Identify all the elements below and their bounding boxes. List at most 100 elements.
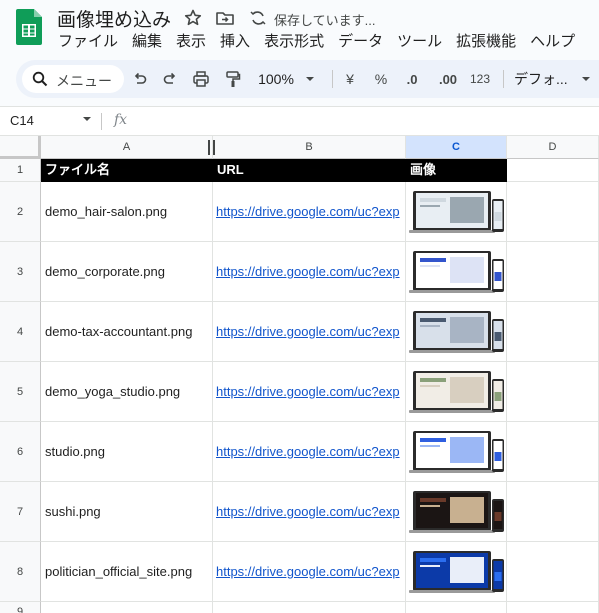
print-button[interactable] (190, 69, 212, 89)
url-cell[interactable]: https://drive.google.com/uc?exp (213, 182, 406, 242)
zoom-value[interactable]: 100% (256, 69, 296, 89)
table-cell[interactable] (507, 242, 599, 302)
tax-accountant-mockup-image[interactable] (408, 310, 506, 354)
url-link[interactable]: https://drive.google.com/uc?exp (216, 204, 400, 219)
formula-bar: C14 fx (0, 106, 599, 136)
row-header-3[interactable]: 3 (0, 242, 41, 302)
url-cell[interactable]: https://drive.google.com/uc?exp (213, 422, 406, 482)
filename-cell[interactable]: demo_yoga_studio.png (41, 362, 213, 422)
row-header-4[interactable]: 4 (0, 302, 41, 362)
url-link[interactable]: https://drive.google.com/uc?exp (216, 444, 400, 459)
table-cell[interactable] (507, 422, 599, 482)
formula-input[interactable] (140, 109, 590, 133)
table-cell[interactable] (507, 182, 599, 242)
star-icon[interactable] (183, 8, 203, 28)
studio-mockup-image[interactable] (408, 430, 506, 474)
image-cell[interactable] (406, 242, 507, 302)
table-cell[interactable] (507, 482, 599, 542)
filename-cell[interactable]: studio.png (41, 422, 213, 482)
table-cell[interactable] (507, 542, 599, 602)
row-header-1[interactable]: 1 (0, 159, 41, 182)
image-cell[interactable] (406, 302, 507, 362)
decrease-decimal-button[interactable]: .0 (402, 69, 422, 89)
move-to-folder-icon[interactable] (215, 8, 235, 28)
zoom-dropdown-icon[interactable] (305, 74, 315, 84)
url-cell[interactable]: https://drive.google.com/uc?exp (213, 542, 406, 602)
column-resize-handle[interactable] (213, 140, 215, 155)
table-cell[interactable] (213, 602, 406, 613)
header-cell-filename[interactable]: ファイル名 (41, 159, 213, 182)
filename-cell[interactable]: demo_hair-salon.png (41, 182, 213, 242)
url-link[interactable]: https://drive.google.com/uc?exp (216, 564, 400, 579)
column-resize-handle[interactable] (208, 140, 210, 155)
yoga-studio-mockup-image[interactable] (408, 370, 506, 414)
menu-insert[interactable]: 挿入 (213, 33, 257, 51)
url-link[interactable]: https://drive.google.com/uc?exp (216, 504, 400, 519)
column-header-c[interactable]: C (406, 136, 507, 159)
font-dropdown-icon[interactable] (581, 74, 591, 84)
table-cell[interactable] (507, 362, 599, 422)
table-cell[interactable] (406, 602, 507, 613)
table-cell[interactable] (507, 302, 599, 362)
header-cell-image[interactable]: 画像 (406, 159, 507, 182)
menu-data[interactable]: データ (331, 33, 390, 51)
column-header-a[interactable]: A (41, 136, 213, 159)
search-menus-button[interactable]: メニュー (22, 65, 124, 93)
currency-format-button[interactable]: ¥ (341, 69, 359, 89)
paint-format-button[interactable] (222, 69, 244, 89)
row-header-6[interactable]: 6 (0, 422, 41, 482)
url-link[interactable]: https://drive.google.com/uc?exp (216, 264, 400, 279)
document-title[interactable]: 画像埋め込み (57, 5, 171, 32)
politician-mockup-image[interactable] (408, 550, 506, 594)
percent-format-button[interactable]: % (372, 69, 390, 89)
sushi-mockup-image[interactable] (408, 490, 506, 534)
column-header-b[interactable]: B (213, 136, 406, 159)
row-header-9[interactable]: 9 (0, 602, 41, 613)
select-all-corner[interactable] (0, 136, 41, 159)
name-box[interactable]: C14 (10, 113, 34, 128)
column-header-d[interactable]: D (507, 136, 599, 159)
header-cell-url[interactable]: URL (213, 159, 406, 182)
corporate-mockup-image[interactable] (408, 250, 506, 294)
url-link[interactable]: https://drive.google.com/uc?exp (216, 384, 400, 399)
url-cell[interactable]: https://drive.google.com/uc?exp (213, 482, 406, 542)
url-cell[interactable]: https://drive.google.com/uc?exp (213, 242, 406, 302)
table-cell[interactable] (41, 602, 213, 613)
row-header-8[interactable]: 8 (0, 542, 41, 602)
menu-format[interactable]: 表示形式 (257, 33, 331, 51)
image-cell[interactable] (406, 422, 507, 482)
name-box-dropdown-icon[interactable] (82, 114, 92, 124)
table-cell[interactable] (507, 602, 599, 613)
number-format-button[interactable]: 123 (468, 69, 492, 89)
image-cell[interactable] (406, 362, 507, 422)
filename-text: demo_corporate.png (45, 264, 165, 279)
filename-cell[interactable]: demo-tax-accountant.png (41, 302, 213, 362)
url-cell[interactable]: https://drive.google.com/uc?exp (213, 362, 406, 422)
menu-file[interactable]: ファイル (51, 33, 125, 51)
url-link[interactable]: https://drive.google.com/uc?exp (216, 324, 400, 339)
sheets-logo-icon[interactable] (16, 9, 42, 45)
url-cell[interactable]: https://drive.google.com/uc?exp (213, 302, 406, 362)
image-cell[interactable] (406, 482, 507, 542)
font-family-select[interactable]: デフォ... (514, 69, 574, 89)
row-header-2[interactable]: 2 (0, 182, 41, 242)
header-cell-empty[interactable] (507, 159, 599, 182)
menu-edit[interactable]: 編集 (125, 33, 169, 51)
image-cell[interactable] (406, 182, 507, 242)
row-header-7[interactable]: 7 (0, 482, 41, 542)
filename-cell[interactable]: demo_corporate.png (41, 242, 213, 302)
filename-cell[interactable]: sushi.png (41, 482, 213, 542)
menu-tools[interactable]: ツール (390, 33, 449, 51)
menu-view[interactable]: 表示 (169, 33, 213, 51)
image-cell[interactable] (406, 542, 507, 602)
increase-decimal-button[interactable]: .00 (434, 69, 462, 89)
row-header-5[interactable]: 5 (0, 362, 41, 422)
redo-button[interactable] (159, 69, 181, 89)
sync-icon (250, 11, 266, 25)
undo-button[interactable] (129, 69, 151, 89)
menu-extensions[interactable]: 拡張機能 (449, 33, 523, 51)
hair-salon-mockup-image[interactable] (408, 190, 506, 234)
filename-cell[interactable]: politician_official_site.png (41, 542, 213, 602)
menu-help[interactable]: ヘルプ (523, 33, 582, 51)
fx-icon: fx (114, 112, 128, 128)
